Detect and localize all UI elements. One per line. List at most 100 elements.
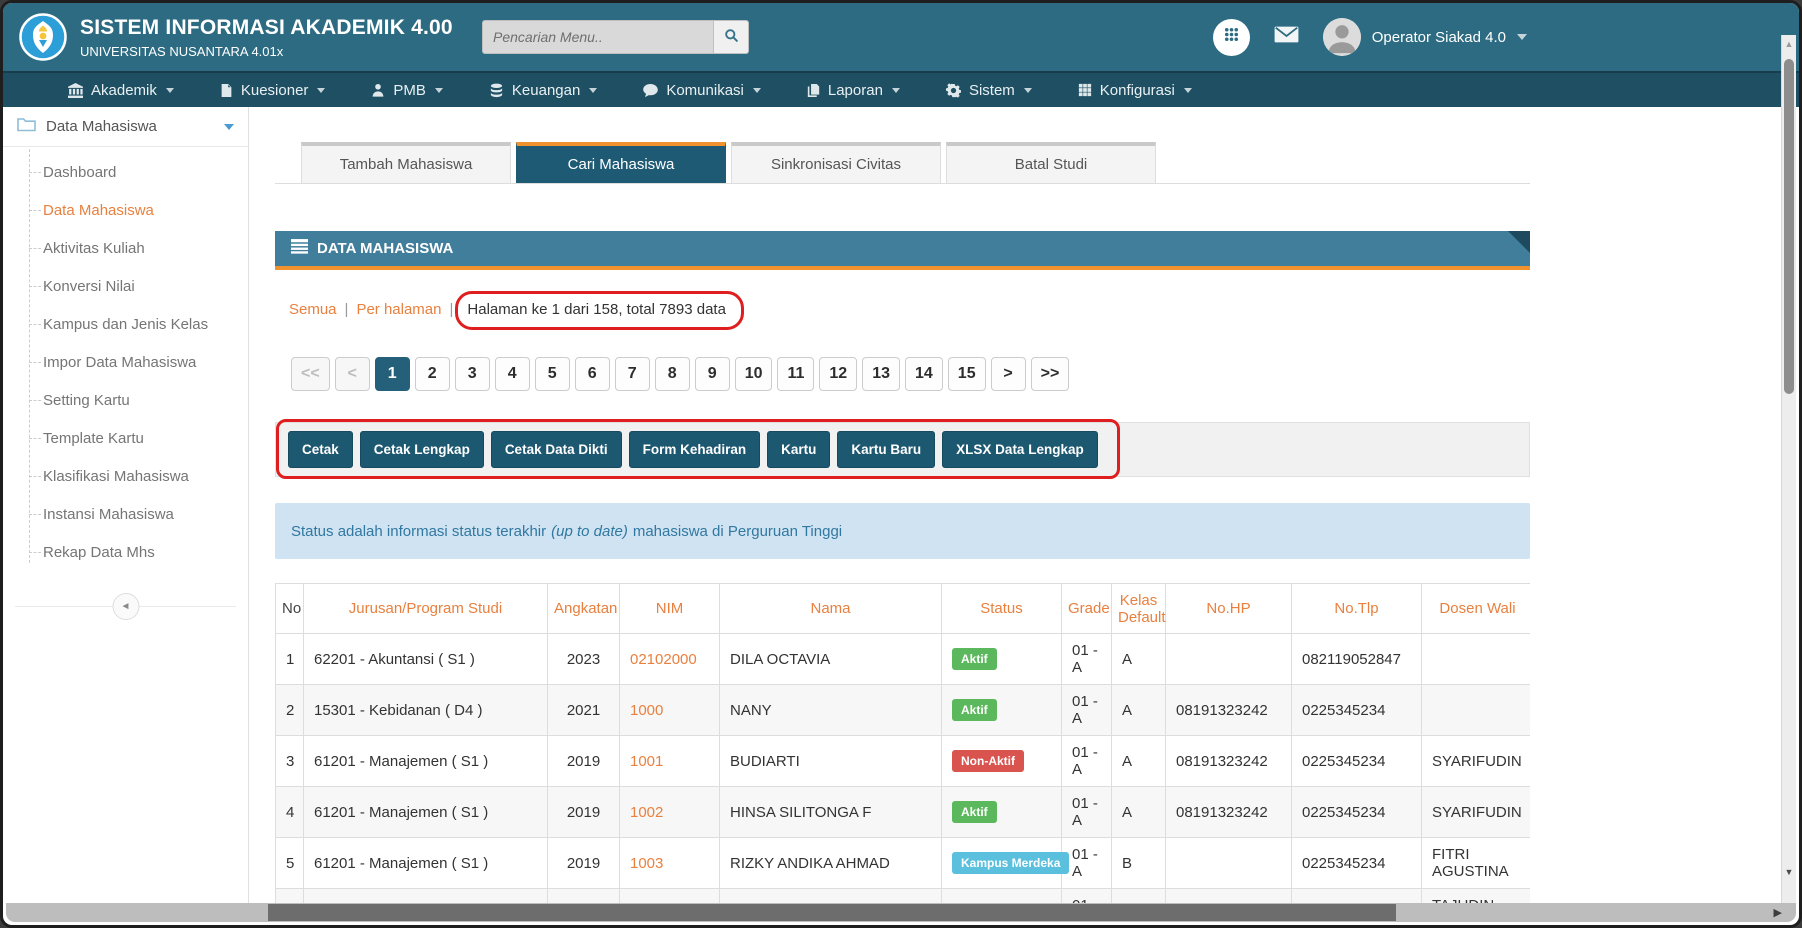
user-name: Operator Siakad 4.0 <box>1372 29 1506 46</box>
pagination-button-3[interactable]: 3 <box>455 357 490 391</box>
cetak-data-dikti-button[interactable]: Cetak Data Dikti <box>491 431 622 468</box>
column-header-nim[interactable]: NIM <box>620 584 720 634</box>
nav-item-keuangan[interactable]: Keuangan <box>466 73 620 107</box>
sidebar-item-impor-data-mahasiswa[interactable]: Impor Data Mahasiswa <box>3 343 248 381</box>
pagination-button-14[interactable]: 14 <box>905 357 943 391</box>
column-header-kelas-default[interactable]: Kelas Default <box>1112 584 1166 634</box>
chevron-down-icon <box>589 88 597 93</box>
column-header-jurusan-program-studi[interactable]: Jurusan/Program Studi <box>304 584 548 634</box>
tab-tambah-mahasiswa[interactable]: Tambah Mahasiswa <box>301 142 511 183</box>
nim-link[interactable]: 02102000 <box>630 651 697 668</box>
kartu-button[interactable]: Kartu <box>767 431 830 468</box>
pagination-button-2[interactable]: 2 <box>415 357 450 391</box>
form-kehadiran-button[interactable]: Form Kehadiran <box>629 431 761 468</box>
horizontal-scrollbar[interactable]: ▶ <box>6 903 1796 922</box>
nav-item-label: Komunikasi <box>666 82 744 99</box>
nav-item-label: Kuesioner <box>241 82 309 99</box>
action-bar: CetakCetak LengkapCetak Data DiktiForm K… <box>275 422 1530 477</box>
user-menu[interactable]: Operator Siakad 4.0 <box>1323 18 1527 56</box>
scroll-right-arrow-icon[interactable]: ▶ <box>1774 906 1782 919</box>
column-header-nama[interactable]: Nama <box>720 584 942 634</box>
tabs-row: Tambah MahasiswaCari MahasiswaSinkronisa… <box>275 142 1530 184</box>
column-header-dosen-wali[interactable]: Dosen Wali <box>1422 584 1531 634</box>
status-badge: Non-Aktif <box>952 750 1024 772</box>
kartu-baru-button[interactable]: Kartu Baru <box>837 431 935 468</box>
sidebar-item-kampus-dan-jenis-kelas[interactable]: Kampus dan Jenis Kelas <box>3 305 248 343</box>
column-header-no-tlp[interactable]: No.Tlp <box>1292 584 1422 634</box>
nav-item-kuesioner[interactable]: Kuesioner <box>197 73 349 107</box>
vertical-scrollbar-thumb[interactable] <box>1784 59 1794 394</box>
cell-nama: RIZKY ANDIKA AHMAD <box>720 838 942 889</box>
sidebar-item-setting-kartu[interactable]: Setting Kartu <box>3 381 248 419</box>
sidebar-item-data-mahasiswa[interactable]: Data Mahasiswa <box>3 191 248 229</box>
nim-link[interactable]: 1000 <box>630 702 663 719</box>
sidebar-item-aktivitas-kuliah[interactable]: Aktivitas Kuliah <box>3 229 248 267</box>
cetak-button[interactable]: Cetak <box>288 431 353 468</box>
search-icon <box>724 28 739 46</box>
sidebar-header-data-mahasiswa[interactable]: Data Mahasiswa <box>3 107 248 147</box>
column-header-no-hp[interactable]: No.HP <box>1166 584 1292 634</box>
nav-item-konfigurasi[interactable]: Konfigurasi <box>1055 73 1215 107</box>
pagination-button-[interactable]: > <box>991 357 1026 391</box>
apps-grid-button[interactable] <box>1213 19 1250 56</box>
nim-link[interactable]: 1002 <box>630 804 663 821</box>
column-header-grade[interactable]: Grade <box>1062 584 1112 634</box>
search-input[interactable] <box>482 20 714 54</box>
pagination-button-13[interactable]: 13 <box>862 357 900 391</box>
sidebar-item-klasifikasi-mahasiswa[interactable]: Klasifikasi Mahasiswa <box>3 457 248 495</box>
pagination-button-9[interactable]: 9 <box>695 357 730 391</box>
nim-link[interactable]: 1001 <box>630 753 663 770</box>
pagination-button-7[interactable]: 7 <box>615 357 650 391</box>
scroll-down-arrow-icon[interactable]: ▼ <box>1782 867 1796 877</box>
nav-item-pmb[interactable]: PMB <box>348 73 466 107</box>
sidebar-collapse-caret-icon[interactable] <box>224 124 234 130</box>
sidebar-item-template-kartu[interactable]: Template Kartu <box>3 419 248 457</box>
vertical-scrollbar[interactable]: ▲ ▼ <box>1781 35 1796 903</box>
pagination-button-12[interactable]: 12 <box>819 357 857 391</box>
xlsx-data-lengkap-button[interactable]: XLSX Data Lengkap <box>942 431 1098 468</box>
cell-no-tlp: 082119052847 <box>1292 634 1422 685</box>
scroll-up-arrow-icon[interactable]: ▲ <box>1782 39 1796 49</box>
link-semua[interactable]: Semua <box>289 301 337 318</box>
university-logo <box>19 13 67 61</box>
main-nav: Akademik Kuesioner PMBKeuangan Komunikasi La… <box>3 71 1799 107</box>
sidebar-item-rekap-data-mhs[interactable]: Rekap Data Mhs <box>3 533 248 571</box>
sidebar: Data Mahasiswa DashboardData MahasiswaAk… <box>3 107 249 907</box>
pagination-button-10[interactable]: 10 <box>735 357 773 391</box>
table-row: 561201 - Manajemen ( S1 )20191003RIZKY A… <box>276 838 1531 889</box>
pagination-button-4[interactable]: 4 <box>495 357 530 391</box>
status-badge: Aktif <box>952 699 997 721</box>
pagination-button-11[interactable]: 11 <box>777 357 814 391</box>
sidebar-item-dashboard[interactable]: Dashboard <box>3 153 248 191</box>
cetak-lengkap-button[interactable]: Cetak Lengkap <box>360 431 484 468</box>
nim-link[interactable]: 1003 <box>630 855 663 872</box>
sidebar-collapse-button[interactable]: ◄ <box>112 593 139 620</box>
column-header-status[interactable]: Status <box>942 584 1062 634</box>
cell-nama: BUDIARTI <box>720 736 942 787</box>
pagination-button-8[interactable]: 8 <box>655 357 690 391</box>
tab-sinkronisasi-civitas[interactable]: Sinkronisasi Civitas <box>731 142 941 183</box>
pagination-button-15[interactable]: 15 <box>948 357 986 391</box>
cell-kelas-default: B <box>1112 838 1166 889</box>
nav-item-akademik[interactable]: Akademik <box>45 73 197 107</box>
pagination-button-6[interactable]: 6 <box>575 357 610 391</box>
pagination-button-: < <box>335 357 370 391</box>
column-header-angkatan[interactable]: Angkatan <box>548 584 620 634</box>
nav-item-komunikasi[interactable]: Komunikasi <box>620 73 784 107</box>
tab-batal-studi[interactable]: Batal Studi <box>946 142 1156 183</box>
pagination-button-[interactable]: >> <box>1031 357 1070 391</box>
mail-button[interactable] <box>1274 26 1299 48</box>
sidebar-item-konversi-nilai[interactable]: Konversi Nilai <box>3 267 248 305</box>
nav-item-laporan[interactable]: Laporan <box>784 73 923 107</box>
pagination-button-1[interactable]: 1 <box>375 357 410 391</box>
grid-icon <box>1078 83 1092 97</box>
nav-item-sistem[interactable]: Sistem <box>923 73 1055 107</box>
cell-no-hp: 08191323242 <box>1166 736 1292 787</box>
cell-kelas-default: A <box>1112 634 1166 685</box>
horizontal-scrollbar-thumb[interactable] <box>268 904 1396 921</box>
tab-cari-mahasiswa[interactable]: Cari Mahasiswa <box>516 142 726 183</box>
pagination-button-5[interactable]: 5 <box>535 357 570 391</box>
search-button[interactable] <box>714 20 749 54</box>
sidebar-item-instansi-mahasiswa[interactable]: Instansi Mahasiswa <box>3 495 248 533</box>
link-per-halaman[interactable]: Per halaman <box>356 301 441 318</box>
